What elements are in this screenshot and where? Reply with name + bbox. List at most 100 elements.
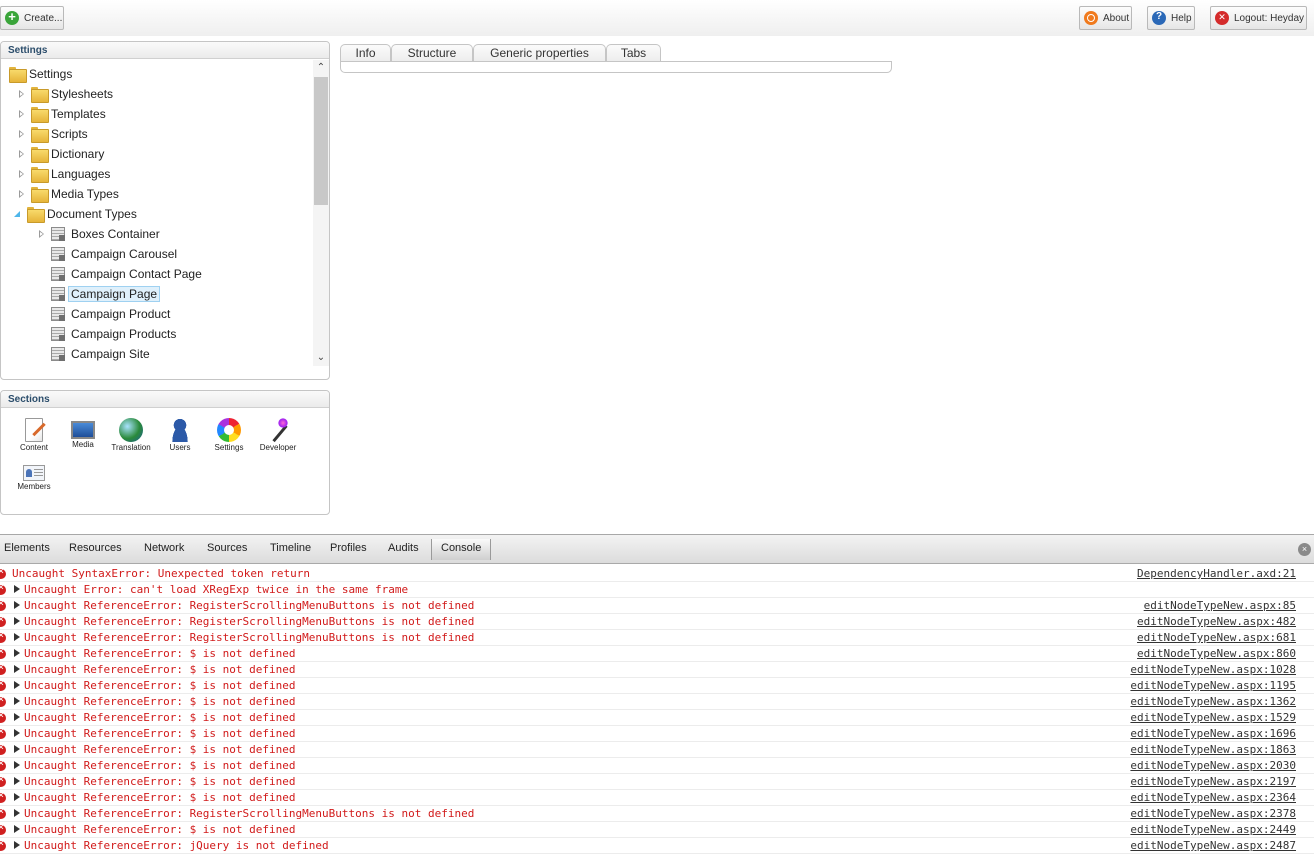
expand-arrow-icon[interactable] xyxy=(13,648,21,658)
tree-item[interactable]: Campaign Products xyxy=(37,325,176,343)
collapsed-arrow-icon[interactable] xyxy=(17,89,27,99)
section-content[interactable]: Content xyxy=(12,416,56,456)
console-source-link[interactable]: editNodeTypeNew.aspx:1195 xyxy=(1130,679,1296,692)
expand-arrow-icon[interactable] xyxy=(13,760,21,770)
tab-generic-properties[interactable]: Generic properties xyxy=(473,44,606,62)
expand-arrow-icon[interactable] xyxy=(13,616,21,626)
devtools-tab-audits[interactable]: Audits xyxy=(388,542,419,558)
console-source-link[interactable]: editNodeTypeNew.aspx:2449 xyxy=(1130,823,1296,836)
expand-arrow-icon[interactable] xyxy=(13,712,21,722)
help-button[interactable]: Help xyxy=(1147,6,1195,30)
console-source-link[interactable]: editNodeTypeNew.aspx:2378 xyxy=(1130,807,1296,820)
error-icon xyxy=(0,614,6,627)
section-developer[interactable]: Developer xyxy=(256,416,300,456)
folder-icon xyxy=(31,167,49,183)
tree-scrollbar[interactable]: ⌃ ⌄ xyxy=(313,60,329,366)
tree-item[interactable]: Media Types xyxy=(17,185,119,203)
devtools-tab-console[interactable]: Console xyxy=(431,539,492,560)
console-error-row: Uncaught ReferenceError: $ is not define… xyxy=(0,758,1314,774)
console-source-link[interactable]: DependencyHandler.axd:21 xyxy=(1137,567,1296,580)
devtools-tab-network[interactable]: Network xyxy=(144,542,184,558)
collapsed-arrow-icon[interactable] xyxy=(17,189,27,199)
expand-arrow-icon[interactable] xyxy=(13,792,21,802)
section-members[interactable]: Members xyxy=(12,459,56,499)
tree-item[interactable]: Templates xyxy=(17,105,106,123)
scroll-thumb[interactable] xyxy=(314,77,328,205)
devtools-tab-sources[interactable]: Sources xyxy=(207,542,247,558)
scroll-up-arrow-icon[interactable]: ⌃ xyxy=(313,60,329,76)
console-error-row: Uncaught ReferenceError: $ is not define… xyxy=(0,662,1314,678)
tree-item[interactable]: Campaign Contact Page xyxy=(37,265,202,283)
console-source-link[interactable]: editNodeTypeNew.aspx:860 xyxy=(1137,647,1296,660)
devtools-tab-profiles[interactable]: Profiles xyxy=(330,542,367,558)
console-error-row: Uncaught ReferenceError: $ is not define… xyxy=(0,646,1314,662)
doctype-icon xyxy=(51,247,65,261)
create-button[interactable]: Create... xyxy=(0,6,64,30)
tree-item[interactable]: Languages xyxy=(17,165,110,183)
expand-arrow-icon[interactable] xyxy=(13,696,21,706)
scroll-down-arrow-icon[interactable]: ⌄ xyxy=(313,350,329,366)
expand-arrow-icon[interactable] xyxy=(13,728,21,738)
expand-arrow-icon[interactable] xyxy=(13,776,21,786)
collapsed-arrow-icon[interactable] xyxy=(17,169,27,179)
console-source-link[interactable]: editNodeTypeNew.aspx:2364 xyxy=(1130,791,1296,804)
users-icon xyxy=(168,418,192,442)
console-error-row: Uncaught ReferenceError: RegisterScrolli… xyxy=(0,598,1314,614)
tree-item[interactable]: Campaign Carousel xyxy=(37,245,177,263)
tree-item[interactable]: Document Types xyxy=(13,205,137,223)
expand-arrow-icon[interactable] xyxy=(13,664,21,674)
devtools-tab-timeline[interactable]: Timeline xyxy=(270,542,311,558)
devtools-close-icon[interactable]: × xyxy=(1298,543,1311,556)
tree-item[interactable]: Boxes Container xyxy=(37,225,160,243)
console-source-link[interactable]: editNodeTypeNew.aspx:681 xyxy=(1137,631,1296,644)
console-source-link[interactable]: editNodeTypeNew.aspx:85 xyxy=(1144,599,1296,612)
help-icon xyxy=(1152,11,1166,25)
tree-item-label: Boxes Container xyxy=(71,227,160,241)
expand-arrow-icon[interactable] xyxy=(13,584,21,594)
expand-arrow-icon[interactable] xyxy=(13,744,21,754)
console-source-link[interactable]: editNodeTypeNew.aspx:1028 xyxy=(1130,663,1296,676)
devtools-tab-resources[interactable]: Resources xyxy=(69,542,122,558)
expand-arrow-icon[interactable] xyxy=(13,600,21,610)
tab-info[interactable]: Info xyxy=(340,44,391,62)
section-media[interactable]: Media xyxy=(61,416,105,456)
expand-arrow-icon[interactable] xyxy=(13,680,21,690)
section-settings[interactable]: Settings xyxy=(207,416,251,456)
tree-item-label: Stylesheets xyxy=(51,87,114,101)
console-source-link[interactable]: editNodeTypeNew.aspx:1529 xyxy=(1130,711,1296,724)
tree-item[interactable]: Dictionary xyxy=(17,145,104,163)
section-users[interactable]: Users xyxy=(158,416,202,456)
expand-arrow-icon[interactable] xyxy=(13,632,21,642)
expand-arrow-icon[interactable] xyxy=(13,824,21,834)
collapsed-arrow-icon[interactable] xyxy=(17,129,27,139)
expand-arrow-icon[interactable] xyxy=(13,840,21,850)
collapsed-arrow-icon[interactable] xyxy=(37,229,47,239)
tree-item-label: Document Types xyxy=(47,207,137,221)
tab-structure[interactable]: Structure xyxy=(391,44,473,62)
devtools-tab-elements[interactable]: Elements xyxy=(4,542,50,558)
tree-item[interactable]: Campaign Product xyxy=(37,305,170,323)
section-translation[interactable]: Translation xyxy=(109,416,153,456)
console-source-link[interactable]: editNodeTypeNew.aspx:1863 xyxy=(1130,743,1296,756)
tree-item[interactable]: Stylesheets xyxy=(17,85,113,103)
tree-item[interactable]: Scripts xyxy=(17,125,88,143)
expanded-arrow-icon[interactable] xyxy=(13,209,23,219)
console-source-link[interactable]: editNodeTypeNew.aspx:482 xyxy=(1137,615,1296,628)
console-source-link[interactable]: editNodeTypeNew.aspx:2030 xyxy=(1130,759,1296,772)
tree-item[interactable]: Campaign Page xyxy=(37,285,161,303)
tree-item[interactable]: Campaign Site xyxy=(37,345,150,363)
error-icon xyxy=(0,630,6,643)
console-source-link[interactable]: editNodeTypeNew.aspx:2487 xyxy=(1130,839,1296,852)
console-source-link[interactable]: editNodeTypeNew.aspx:1362 xyxy=(1130,695,1296,708)
console-source-link[interactable]: editNodeTypeNew.aspx:1696 xyxy=(1130,727,1296,740)
about-button[interactable]: About xyxy=(1079,6,1132,30)
console-source-link[interactable]: editNodeTypeNew.aspx:2197 xyxy=(1130,775,1296,788)
logout-button[interactable]: Logout: Heyday xyxy=(1210,6,1307,30)
tree-item[interactable]: Settings xyxy=(9,65,72,83)
collapsed-arrow-icon[interactable] xyxy=(17,109,27,119)
settings-tree: Settings Stylesheets Templates Scripts Dicti… xyxy=(1,60,313,366)
expand-arrow-icon[interactable] xyxy=(13,808,21,818)
tab-tabs[interactable]: Tabs xyxy=(606,44,661,62)
collapsed-arrow-icon[interactable] xyxy=(17,149,27,159)
error-icon xyxy=(0,678,6,691)
